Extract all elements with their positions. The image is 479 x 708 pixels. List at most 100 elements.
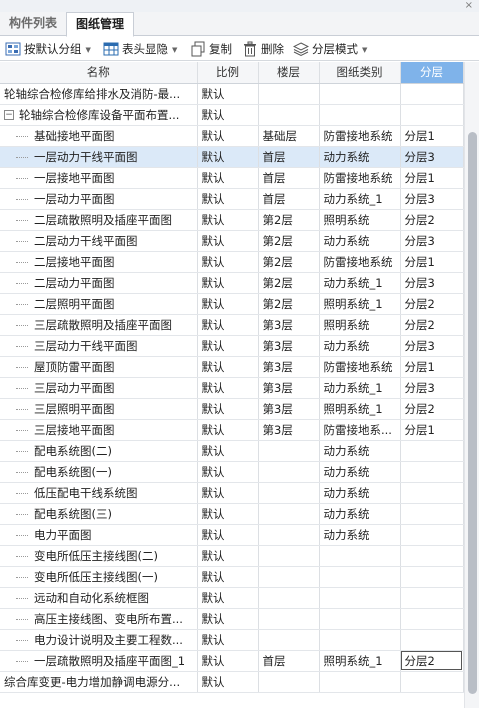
- table-row[interactable]: 电力设计说明及主要工程数... 默认: [0, 629, 464, 651]
- cell-floor[interactable]: [258, 440, 320, 462]
- cell-scale[interactable]: 默认: [197, 524, 259, 546]
- layer-mode-button[interactable]: 分层模式 ▼: [293, 41, 367, 57]
- table-row[interactable]: 二层照明平面图 默认 第2层 照明系统_1 分层2: [0, 293, 464, 315]
- table-row[interactable]: − 轮轴综合检修库设备平面布置... 默认: [0, 104, 464, 126]
- cell-floor[interactable]: [258, 545, 320, 567]
- cell-name[interactable]: 三层疏散照明及插座平面图: [0, 314, 198, 336]
- cell-scale[interactable]: 默认: [197, 146, 259, 168]
- cell-floor[interactable]: 第2层: [258, 230, 320, 252]
- cell-layer[interactable]: 分层2: [400, 209, 464, 231]
- cell-floor[interactable]: 基础层: [258, 125, 320, 147]
- cell-scale[interactable]: 默认: [197, 125, 259, 147]
- cell-scale[interactable]: 默认: [197, 251, 259, 273]
- cell-floor[interactable]: 第3层: [258, 335, 320, 357]
- cell-scale[interactable]: 默认: [197, 209, 259, 231]
- cell-layer[interactable]: [400, 608, 464, 630]
- cell-category[interactable]: 动力系统: [319, 461, 401, 483]
- cell-layer[interactable]: [400, 440, 464, 462]
- table-row[interactable]: 二层疏散照明及插座平面图 默认 第2层 照明系统 分层2: [0, 209, 464, 231]
- table-row[interactable]: 基础接地平面图 默认 基础层 防雷接地系统 分层1: [0, 125, 464, 147]
- cell-category[interactable]: [319, 629, 401, 651]
- table-row[interactable]: 二层动力干线平面图 默认 第2层 动力系统 分层3: [0, 230, 464, 252]
- cell-name[interactable]: 三层照明平面图: [0, 398, 198, 420]
- cell-floor[interactable]: [258, 482, 320, 504]
- cell-name[interactable]: 低压配电干线系统图: [0, 482, 198, 504]
- table-row[interactable]: 电力平面图 默认 动力系统: [0, 524, 464, 546]
- table-row[interactable]: 屋顶防雷平面图 默认 第3层 防雷接地系统 分层1: [0, 356, 464, 378]
- table-row[interactable]: 三层疏散照明及插座平面图 默认 第3层 照明系统 分层2: [0, 314, 464, 336]
- tab-component-list[interactable]: 构件列表: [0, 12, 66, 36]
- cell-name[interactable]: 二层疏散照明及插座平面图: [0, 209, 198, 231]
- cell-floor[interactable]: 首层: [258, 650, 320, 672]
- table-row[interactable]: 二层动力平面图 默认 第2层 动力系统_1 分层3: [0, 272, 464, 294]
- cell-layer[interactable]: 分层2: [400, 398, 464, 420]
- cell-scale[interactable]: 默认: [197, 104, 259, 126]
- table-row[interactable]: 三层动力干线平面图 默认 第3层 动力系统 分层3: [0, 335, 464, 357]
- cell-category[interactable]: [319, 671, 401, 693]
- cell-floor[interactable]: 首层: [258, 167, 320, 189]
- cell-floor[interactable]: [258, 671, 320, 693]
- cell-layer[interactable]: [400, 83, 464, 105]
- cell-scale[interactable]: 默认: [197, 461, 259, 483]
- cell-category[interactable]: 防雷接地系...: [319, 419, 401, 441]
- cell-name[interactable]: 三层动力平面图: [0, 377, 198, 399]
- cell-floor[interactable]: [258, 461, 320, 483]
- cell-name[interactable]: 配电系统图(一): [0, 461, 198, 483]
- cell-category[interactable]: 动力系统: [319, 440, 401, 462]
- collapse-icon[interactable]: −: [4, 110, 14, 120]
- cell-floor[interactable]: [258, 524, 320, 546]
- cell-name[interactable]: 二层接地平面图: [0, 251, 198, 273]
- cell-layer[interactable]: 分层3: [400, 272, 464, 294]
- cell-name[interactable]: 综合库变更-电力增加静调电源分...: [0, 671, 198, 693]
- cell-layer[interactable]: [400, 104, 464, 126]
- cell-scale[interactable]: 默认: [197, 230, 259, 252]
- cell-name[interactable]: 高压主接线图、变电所布置...: [0, 608, 198, 630]
- column-header-scale[interactable]: 比例: [197, 62, 259, 84]
- cell-category[interactable]: 防雷接地系统: [319, 125, 401, 147]
- cell-layer[interactable]: [400, 545, 464, 567]
- cell-layer[interactable]: [400, 482, 464, 504]
- cell-layer[interactable]: 分层3: [400, 335, 464, 357]
- cell-category[interactable]: 动力系统_1: [319, 188, 401, 210]
- scrollbar-thumb[interactable]: [468, 132, 477, 694]
- table-row[interactable]: 轮轴综合检修库给排水及消防-最... 默认: [0, 83, 464, 105]
- cell-category[interactable]: [319, 587, 401, 609]
- cell-floor[interactable]: 第3层: [258, 398, 320, 420]
- column-header-layer[interactable]: 分层: [400, 62, 464, 84]
- cell-category[interactable]: [319, 83, 401, 105]
- table-row[interactable]: 一层动力平面图 默认 首层 动力系统_1 分层3: [0, 188, 464, 210]
- delete-button[interactable]: 删除: [242, 41, 284, 57]
- cell-floor[interactable]: 第2层: [258, 293, 320, 315]
- cell-category[interactable]: 动力系统: [319, 503, 401, 525]
- cell-category[interactable]: 防雷接地系统: [319, 251, 401, 273]
- cell-name[interactable]: − 轮轴综合检修库设备平面布置...: [0, 104, 198, 126]
- cell-scale[interactable]: 默认: [197, 545, 259, 567]
- cell-category[interactable]: 动力系统: [319, 230, 401, 252]
- cell-category[interactable]: [319, 104, 401, 126]
- cell-name[interactable]: 一层动力干线平面图: [0, 146, 198, 168]
- cell-floor[interactable]: 第2层: [258, 209, 320, 231]
- cell-floor[interactable]: 第3层: [258, 356, 320, 378]
- cell-floor[interactable]: [258, 503, 320, 525]
- cell-category[interactable]: 动力系统: [319, 524, 401, 546]
- cell-name[interactable]: 一层接地平面图: [0, 167, 198, 189]
- column-header-name[interactable]: 名称: [0, 62, 198, 84]
- cell-name[interactable]: 三层动力干线平面图: [0, 335, 198, 357]
- cell-scale[interactable]: 默认: [197, 398, 259, 420]
- table-row[interactable]: 高压主接线图、变电所布置... 默认: [0, 608, 464, 630]
- cell-layer[interactable]: [400, 503, 464, 525]
- cell-name[interactable]: 基础接地平面图: [0, 125, 198, 147]
- vertical-scrollbar[interactable]: [464, 62, 479, 708]
- cell-floor[interactable]: 第2层: [258, 251, 320, 273]
- table-row[interactable]: 变电所低压主接线图(二) 默认: [0, 545, 464, 567]
- table-row[interactable]: 远动和自动化系统框图 默认: [0, 587, 464, 609]
- cell-category[interactable]: 动力系统_1: [319, 377, 401, 399]
- cell-name[interactable]: 电力设计说明及主要工程数...: [0, 629, 198, 651]
- cell-scale[interactable]: 默认: [197, 566, 259, 588]
- cell-layer[interactable]: 分层1: [400, 167, 464, 189]
- cell-scale[interactable]: 默认: [197, 671, 259, 693]
- cell-scale[interactable]: 默认: [197, 629, 259, 651]
- cell-category[interactable]: 照明系统_1: [319, 650, 401, 672]
- cell-category[interactable]: 防雷接地系统: [319, 356, 401, 378]
- cell-floor[interactable]: 首层: [258, 188, 320, 210]
